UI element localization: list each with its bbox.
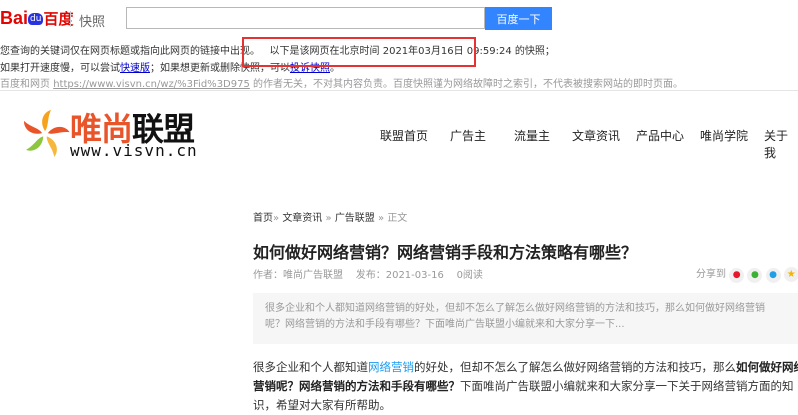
divider <box>70 11 71 27</box>
snapshot-label: 快照 <box>79 15 106 30</box>
article-meta: 作者：唯尚广告联盟 发布：2021-03-16 0阅读 <box>253 266 483 281</box>
site-logo-icon[interactable] <box>20 108 70 160</box>
article-title: 如何做好网络营销？网络营销手段和方法策略有哪些？ <box>253 243 638 262</box>
paw-icon: du <box>28 13 44 25</box>
baidu-snapshot-header: Bai du 百度 快照 百度一下 您查询的关键词仅在网页标题或指向此网页的链接中出… <box>0 0 798 91</box>
crumb-articles[interactable]: 文章资讯 <box>282 213 322 224</box>
highlight-box <box>242 37 476 67</box>
search-input[interactable] <box>126 7 485 29</box>
fast-version-link[interactable]: 快速版 <box>120 63 150 74</box>
nav-articles[interactable]: 文章资讯 <box>572 127 620 144</box>
read-count: 0阅读 <box>456 270 483 281</box>
source-url-link[interactable]: https://www.visvn.cn/wz/%3Fid%3D975 <box>53 79 250 90</box>
hint-text: 如果打开速度慢，可以尝试 <box>0 63 120 74</box>
crumb-category[interactable]: 广告联盟 <box>335 213 375 224</box>
share-bar: 分享到 ● ● ● ★ <box>696 265 798 283</box>
article-summary: 很多企业和个人都知道网络营销的好处，但却不怎么了解怎么做好网络营销的方法和技巧，… <box>253 293 798 344</box>
baidu-logo[interactable]: Bai du 百度 <box>0 8 73 29</box>
search-button[interactable]: 百度一下 <box>485 7 552 30</box>
nav-products[interactable]: 产品中心 <box>636 127 684 144</box>
nav-academy[interactable]: 唯尚学院 <box>700 127 748 144</box>
wechat-icon[interactable]: ● <box>747 268 763 283</box>
nav-advertiser[interactable]: 广告主 <box>450 127 486 144</box>
crumb-home[interactable]: 首页 <box>253 213 273 224</box>
notice-text: 您查询的关键词仅在网页标题或指向此网页的链接中出现。 <box>0 46 260 57</box>
share-label: 分享到 <box>696 269 726 280</box>
qq-icon[interactable]: ● <box>765 268 781 283</box>
author: 作者：唯尚广告联盟 <box>253 270 343 281</box>
weibo-icon[interactable]: ● <box>729 268 745 283</box>
publish-date: 发布：2021-03-16 <box>355 270 444 281</box>
star-icon[interactable]: ★ <box>783 267 798 282</box>
keyword-link[interactable]: 网络营销 <box>368 360 414 374</box>
nav-home[interactable]: 联盟首页 <box>380 127 428 144</box>
disclaimer-a: 百度和网页 <box>0 79 50 90</box>
nav-publisher[interactable]: 流量主 <box>514 127 550 144</box>
disclaimer-b: 的作者无关，不对其内容负责。百度快照谨为网络故障时之索引，不代表被搜索网站的即时… <box>253 79 684 90</box>
nav-about[interactable]: 关于我 <box>764 127 798 161</box>
breadcrumb: 首页» 文章资讯 » 广告联盟 » 正文 <box>253 213 408 224</box>
crumb-current: 正文 <box>387 213 408 224</box>
site-logo-url: www.visvn.cn <box>70 141 198 160</box>
article-body: 很多企业和个人都知道网络营销的好处，但却不怎么了解怎么做好网络营销的方法和技巧，… <box>253 360 798 412</box>
